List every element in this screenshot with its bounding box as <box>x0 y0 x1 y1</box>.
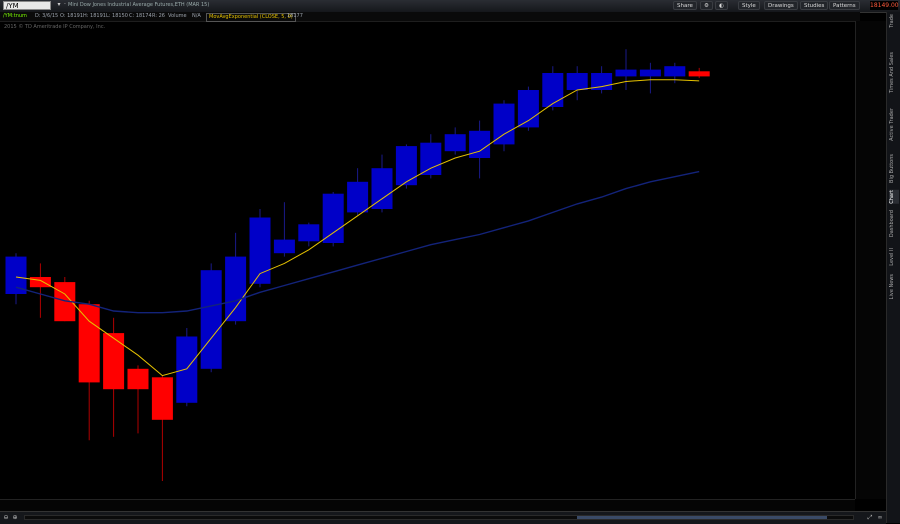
candle-body <box>688 71 710 77</box>
info-close: C: 18174 <box>129 13 152 19</box>
info-range: R: 26 <box>152 13 165 19</box>
candle-body <box>395 146 417 186</box>
ma-study-value: 18177 <box>287 13 303 19</box>
candle-body <box>225 256 247 322</box>
zoom-icon[interactable]: ◐ <box>715 1 728 10</box>
candle-body <box>444 134 466 152</box>
candle-body <box>615 69 637 77</box>
candle-body <box>493 103 515 145</box>
zoom-in-icon[interactable]: ⊕ <box>11 514 19 522</box>
info-volume-value: N/A <box>192 13 201 19</box>
zoom-out-icon[interactable]: ⊖ <box>2 514 10 522</box>
settings-icon[interactable]: ⚙ <box>700 1 713 10</box>
studies-button[interactable]: Studies <box>800 1 829 10</box>
candle-body <box>273 239 295 254</box>
candle-body <box>78 304 100 383</box>
candle-body <box>103 333 125 390</box>
candle-body <box>639 69 661 77</box>
candle-body <box>591 73 613 90</box>
sidebar-tab-big-buttons[interactable]: Big Buttons <box>889 154 899 183</box>
expand-icon[interactable]: ⤢ <box>866 514 874 522</box>
info-low: L: 18150 <box>106 13 128 19</box>
share-button[interactable]: Share <box>673 1 697 10</box>
candle-body <box>200 270 222 369</box>
candle-body <box>664 66 686 77</box>
candle-body <box>298 224 320 242</box>
info-open: O: 18191 <box>60 13 84 19</box>
candle-body <box>151 377 173 420</box>
sidebar-tab-live-news[interactable]: Live News <box>889 274 899 299</box>
candle-body <box>176 336 198 403</box>
last-price: 18149.00 <box>870 1 899 10</box>
ema-fast-line <box>15 79 700 377</box>
candle-body <box>371 168 393 209</box>
candle-body <box>322 193 344 243</box>
style-button[interactable]: Style <box>738 1 760 10</box>
copyright-notice: 2015 © TD Ameritrade IP Company, Inc. <box>4 24 106 30</box>
patterns-button[interactable]: Patterns <box>829 1 860 10</box>
sidebar-tab-trade[interactable]: Trade <box>889 14 899 28</box>
info-symbol: /YM:tnum <box>3 13 27 19</box>
price-axis[interactable] <box>855 21 886 499</box>
candle-body <box>249 217 271 284</box>
sidebar-tab-chart[interactable]: Chart <box>889 190 899 204</box>
sidebar-tab-dashboard[interactable]: Dashboard <box>889 210 899 237</box>
info-bar: /YM:tnum D: 3/6/15 O: 18191 H: 18191 L: … <box>0 12 860 22</box>
drawings-button[interactable]: Drawings <box>764 1 798 10</box>
sidebar-tab-level-ii[interactable]: Level II <box>889 248 899 266</box>
candle-body <box>29 277 51 288</box>
scrollbar-thumb[interactable] <box>577 516 827 519</box>
time-scrollbar[interactable] <box>24 515 854 520</box>
symbol-input[interactable]: /YM <box>3 1 51 10</box>
bottom-bar: ⊖ ⊕ ⤢ ∞ <box>0 511 886 524</box>
ema-slow-line <box>15 170 700 314</box>
candle-body <box>420 142 442 175</box>
info-volume-label: Volume <box>168 13 187 19</box>
candle-body <box>347 181 369 213</box>
candle-body <box>566 73 588 90</box>
candle-body <box>54 282 76 322</box>
candle-body <box>127 368 149 390</box>
candle-body <box>517 90 539 128</box>
candle-body <box>5 256 27 294</box>
symbol-description: Mini Dow Jones Industrial Average Future… <box>68 2 210 8</box>
info-date: D: 3/6/15 <box>35 13 59 19</box>
right-sidebar: Trade Times And Sales Active Trader Big … <box>886 12 900 523</box>
link-icon[interactable]: ∞ <box>876 514 884 522</box>
sidebar-tab-times-and-sales[interactable]: Times And Sales <box>889 52 899 93</box>
price-chart[interactable]: 1700017100172001730017400175001760017700… <box>0 0 900 523</box>
sidebar-tab-active-trader[interactable]: Active Trader <box>889 108 899 141</box>
candle-body <box>542 73 564 107</box>
candle-body <box>469 130 491 158</box>
ma-study-label[interactable]: MovAvgExponential (CLOSE, 5, 0) <box>206 13 296 22</box>
info-high: H: 18191 <box>83 13 106 19</box>
